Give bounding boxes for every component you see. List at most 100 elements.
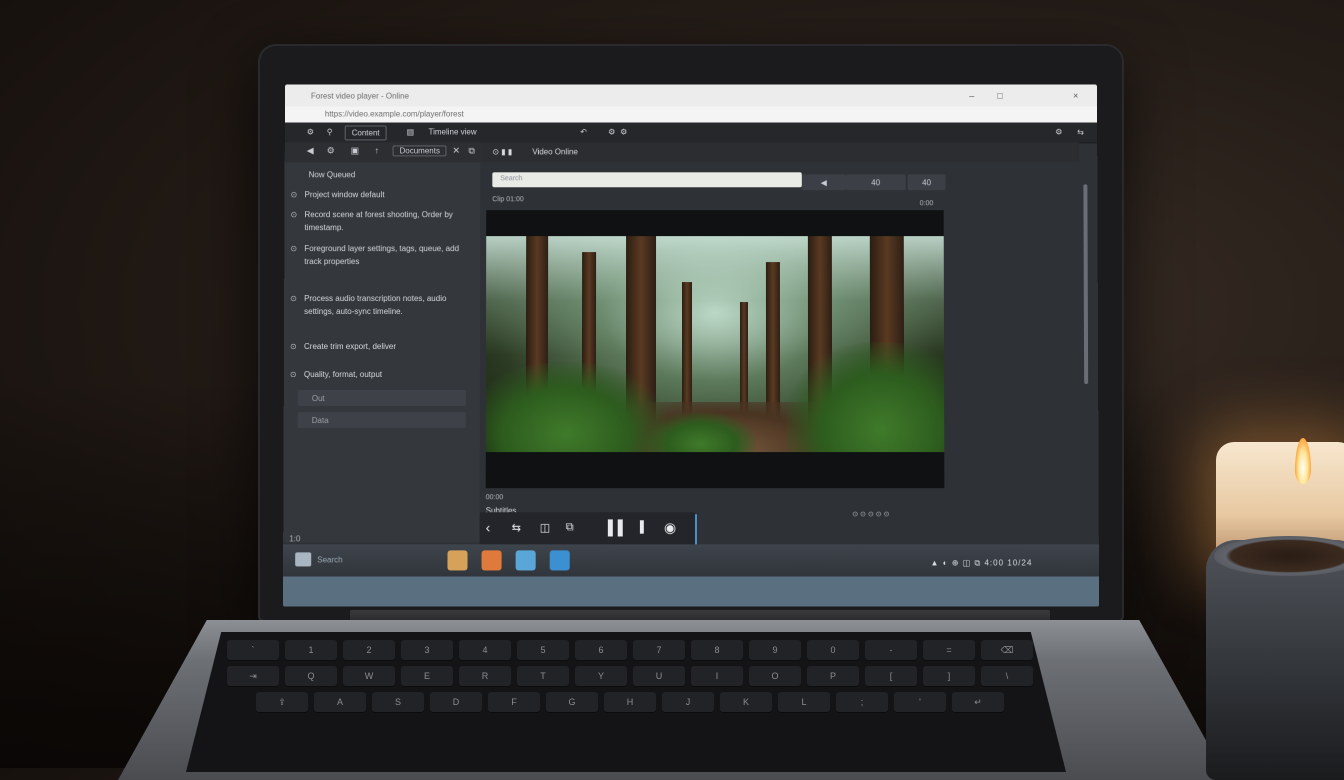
keyboard-key[interactable]: ' [894, 692, 946, 712]
back-icon[interactable]: ◀ [307, 145, 314, 156]
gear-icon[interactable]: ⚙ [1055, 126, 1062, 139]
list-item[interactable]: ⊙ Foreground layer settings, tags, queue… [290, 242, 474, 268]
clip-button[interactable]: ⧉ [566, 521, 574, 534]
maximize-button[interactable]: □ [997, 91, 1002, 101]
timeline-view-button[interactable]: Timeline view [429, 126, 477, 139]
keyboard-key[interactable]: 8 [691, 640, 743, 660]
left-panel-toolbar: ◀ ⚙ ▣ ↑ Documents ✕ ⧉ [284, 142, 481, 163]
main-tab-label[interactable]: Video Online [532, 147, 578, 156]
browser-app-icon[interactable] [481, 550, 502, 571]
search-icon[interactable]: ⚲ [327, 126, 333, 139]
keyboard-key[interactable]: \ [981, 666, 1033, 686]
keyboard-key[interactable]: Q [285, 666, 337, 686]
keyboard-key[interactable]: 7 [633, 640, 685, 660]
keyboard-key[interactable]: 2 [343, 640, 395, 660]
documents-tab[interactable]: Documents [392, 145, 447, 157]
keyboard-key[interactable]: D [430, 692, 482, 712]
files-app-icon[interactable] [447, 550, 468, 571]
store-app-icon[interactable] [549, 550, 570, 571]
keyboard-key[interactable]: K [720, 692, 772, 712]
keyboard-key[interactable]: 4 [459, 640, 511, 660]
keyboard-key[interactable]: E [401, 666, 453, 686]
segment-40b[interactable]: 40 [907, 174, 946, 191]
photos-app-icon[interactable] [515, 550, 536, 571]
keyboard-key[interactable]: ; [836, 692, 888, 712]
segment-back[interactable]: ◀ [801, 174, 846, 191]
taskbar-search[interactable]: Search [317, 555, 342, 564]
keyboard-key[interactable]: ↵ [952, 692, 1004, 712]
keyboard-key[interactable]: 1 [285, 640, 337, 660]
settings-icon[interactable]: ⚙ [307, 126, 314, 139]
keyboard-key[interactable]: U [633, 666, 685, 686]
keyboard-key[interactable]: 0 [807, 640, 859, 660]
keyboard-key[interactable]: I [691, 666, 743, 686]
minimize-button[interactable]: – [969, 91, 974, 101]
gear-icon[interactable]: ⚙ [327, 145, 335, 156]
keyboard-key[interactable]: A [314, 692, 366, 712]
panel-icon[interactable]: ▣ [351, 145, 360, 156]
keyboard-key[interactable]: ⇪ [256, 692, 308, 712]
upload-icon[interactable]: ↑ [375, 145, 380, 155]
data-field[interactable]: Data [297, 412, 466, 429]
start-icon[interactable] [295, 552, 312, 567]
keyboard-key[interactable]: S [372, 692, 424, 712]
segment-40a[interactable]: 40 [845, 174, 906, 191]
video-player[interactable] [485, 210, 945, 489]
back-button[interactable]: ‹ [486, 519, 491, 535]
address-text[interactable]: https://video.example.com/player/forest [325, 110, 464, 119]
frame-button[interactable]: ◫ [540, 521, 550, 534]
browser-tab-title[interactable]: Forest video player - Online [311, 92, 409, 101]
layout-icon[interactable]: ▤ [407, 126, 415, 139]
keyboard-key[interactable]: Y [575, 666, 627, 686]
system-tray[interactable]: ▲ ◐ ⊕ ◫ ⧉ 4:00 10/24 [930, 558, 1032, 568]
fern [645, 412, 757, 453]
keyboard-key[interactable]: ` [227, 640, 279, 660]
swap-icon[interactable]: ⇆ [1077, 126, 1084, 139]
address-bar[interactable]: https://video.example.com/player/forest [284, 106, 1098, 124]
keyboard-key[interactable]: [ [865, 666, 917, 686]
keyboard-key[interactable]: 5 [517, 640, 569, 660]
keyboard-key[interactable]: L [778, 692, 830, 712]
panel-footer: 1:0 [289, 534, 301, 544]
content-button[interactable]: Content [344, 125, 387, 141]
list-item[interactable]: ⊙ Create trim export, deliver [290, 340, 474, 353]
gear-icon[interactable]: ⚙ [620, 126, 627, 139]
keyboard-key[interactable]: H [604, 692, 656, 712]
keyboard-key[interactable]: R [459, 666, 511, 686]
keyboard-key[interactable]: 3 [401, 640, 453, 660]
list-item[interactable]: ⊙ Project window default [291, 188, 475, 201]
keyboard: ` 1 2 3 4 5 6 7 8 9 0- = ⌫ ⇥ Q W E R T Y U I O P [] \ ⇪ A S D F G H J K L; '… [205, 640, 1055, 718]
copy-icon[interactable]: ⧉ [468, 145, 474, 156]
keyboard-key[interactable]: ⇥ [227, 666, 279, 686]
pause-button[interactable]: ▌▌ [608, 519, 628, 535]
keyboard-key[interactable]: O [749, 666, 801, 686]
keyboard-key[interactable]: 6 [575, 640, 627, 660]
fern [485, 362, 666, 453]
out-field[interactable]: Out [297, 390, 466, 407]
step-button[interactable]: ▌ [640, 521, 648, 533]
app-toolbar: ⚙ ⚲ Content ▤ Timeline view ↶ ⚙ ⚙ ⚙ ⇆ [284, 122, 1098, 144]
close-icon[interactable]: ✕ [452, 145, 460, 156]
keyboard-key[interactable]: G [546, 692, 598, 712]
keyboard-key[interactable]: J [662, 692, 714, 712]
scrollbar[interactable] [1083, 184, 1089, 385]
playhead[interactable] [695, 514, 698, 545]
keyboard-key[interactable]: P [807, 666, 859, 686]
keyboard-key[interactable]: - [865, 640, 917, 660]
list-item[interactable]: ⊙ Process audio transcription notes, aud… [290, 292, 474, 318]
list-item[interactable]: ⊙ Record scene at forest shooting, Order… [290, 208, 474, 234]
close-window-button[interactable]: × [1073, 91, 1078, 101]
record-button[interactable]: ◉ [664, 519, 676, 536]
keyboard-key[interactable]: 9 [749, 640, 801, 660]
keyboard-key[interactable]: ] [923, 666, 975, 686]
keyboard-key[interactable]: = [923, 640, 975, 660]
search-input[interactable]: Search [492, 172, 802, 188]
list-item[interactable]: ⊙ Quality, format, output [290, 368, 474, 381]
keyboard-key[interactable]: ⌫ [981, 640, 1033, 660]
keyboard-key[interactable]: W [343, 666, 395, 686]
undo-icon[interactable]: ↶ [580, 126, 587, 139]
swap-button[interactable]: ⇆ [512, 521, 521, 534]
keyboard-key[interactable]: T [517, 666, 569, 686]
keyboard-key[interactable]: F [488, 692, 540, 712]
gear-icon[interactable]: ⚙ [608, 126, 615, 139]
